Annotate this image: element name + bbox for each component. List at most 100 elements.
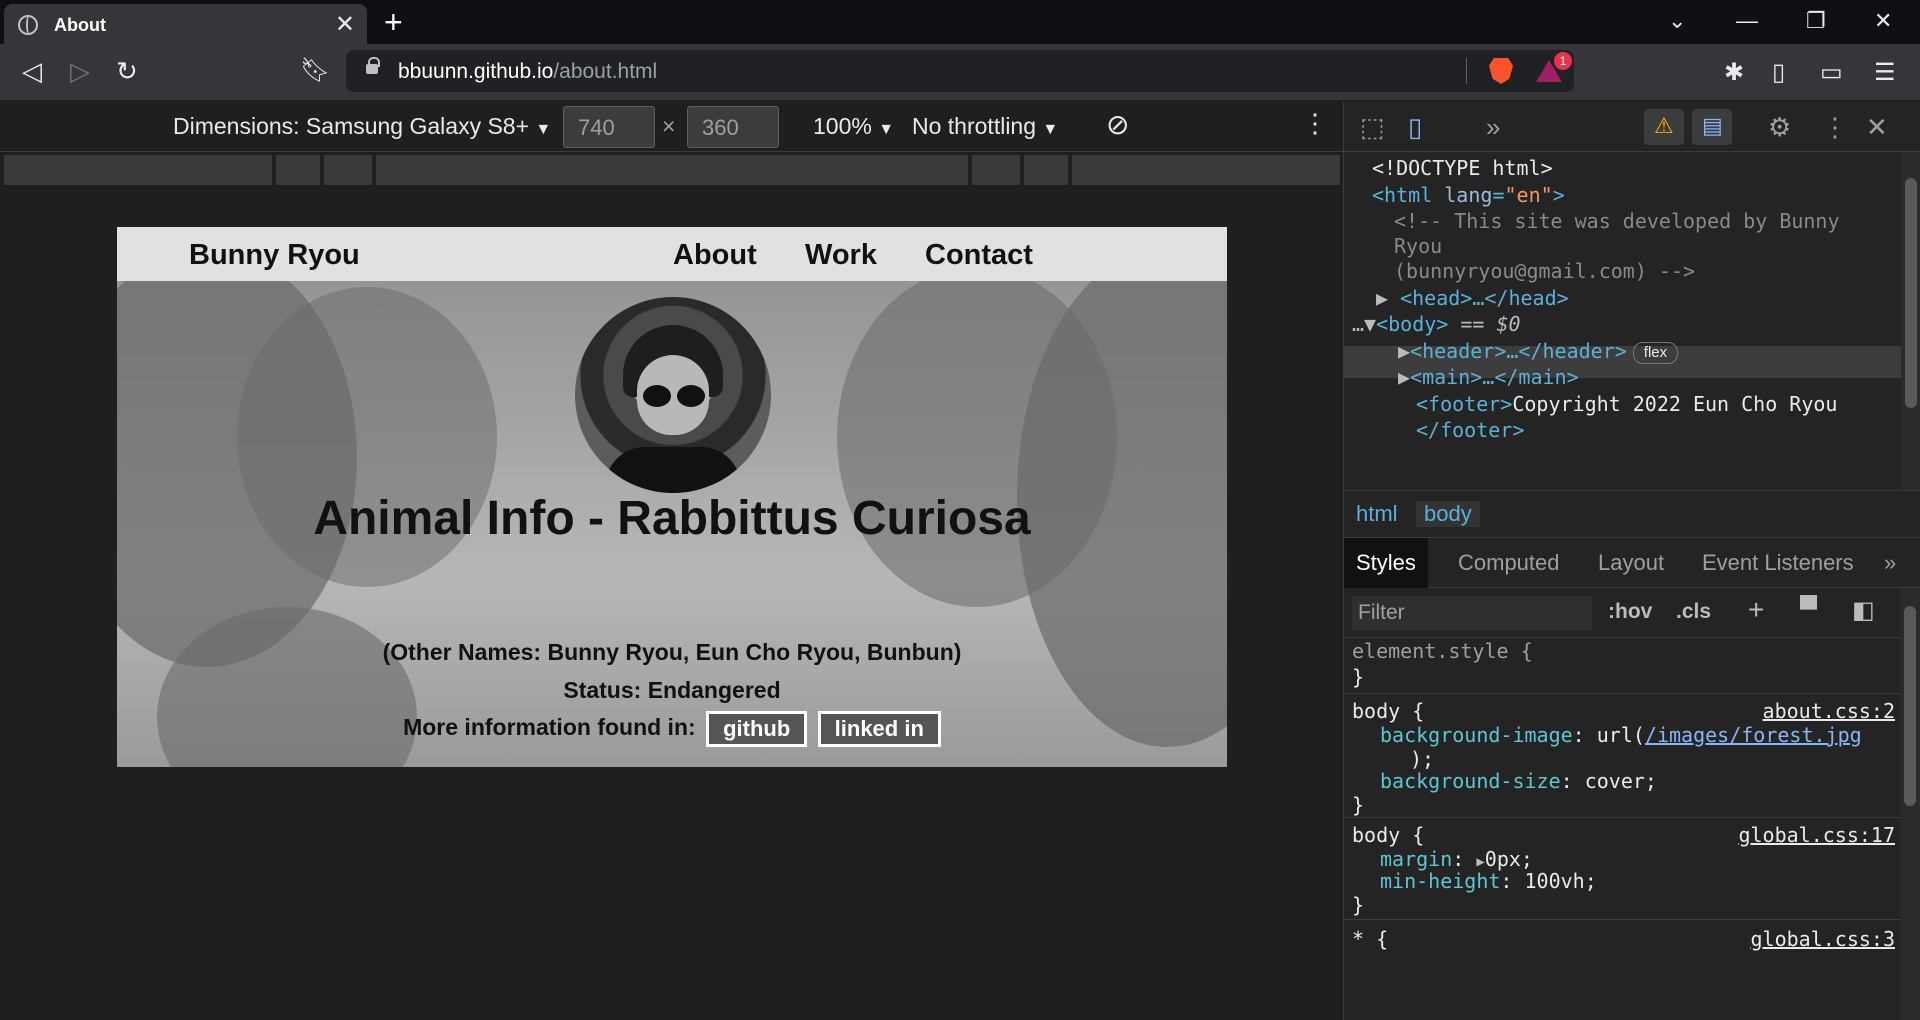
forest-image-link[interactable]: /images/forest.jpg [1645,723,1862,747]
more-tabs-icon[interactable]: » [1884,550,1896,576]
source-link-global-3[interactable]: global.css:3 [1751,926,1896,952]
breadcrumb-html[interactable]: html [1356,501,1398,527]
lock-icon [366,57,380,74]
media-query-segment[interactable] [1072,155,1340,185]
more-panels-icon[interactable]: » [1486,112,1500,143]
rotate-icon[interactable]: ⊘ [1106,108,1129,141]
devtools-toolbar: ⬚ ▯ » ⚠ ▤ ⚙ ⋮ ✕ [1344,102,1920,152]
more-options-icon[interactable]: ⋮ [1302,108,1328,139]
nav-work[interactable]: Work [805,239,877,272]
site-brand[interactable]: Bunny Ryou [189,239,360,272]
element-style-selector[interactable]: element.style { [1352,639,1533,663]
bookmark-icon[interactable]: 🔖︎ [300,56,330,85]
prop-background-image[interactable]: background-image [1380,723,1573,747]
source-link-about[interactable]: about.css:2 [1763,698,1895,724]
width-input[interactable]: 740 [563,106,655,148]
forward-icon[interactable]: ▷ [70,56,90,87]
url-path: /about.html [553,60,658,83]
prop-background-size[interactable]: background-size [1380,769,1561,793]
close-window-icon[interactable]: ✕ [1874,8,1892,34]
throttling-label: No throttling [912,113,1037,139]
inspect-element-icon[interactable]: ⬚ [1360,112,1385,143]
new-rule-icon[interactable]: + [1748,594,1764,626]
url-text[interactable]: bbuunn.github.io/about.html [398,60,657,84]
warnings-button[interactable]: ⚠ [1644,109,1684,145]
expand-triangle-icon[interactable]: ▶ [1398,365,1410,389]
cls-toggle[interactable]: .cls [1676,600,1711,624]
browser-tab[interactable]: About ✕ [4,4,367,44]
media-query-segment[interactable] [376,155,968,185]
media-query-segment[interactable] [4,155,272,185]
media-query-segment[interactable] [972,155,1020,185]
media-query-segment[interactable] [1024,155,1068,185]
brave-shields-icon[interactable] [1489,58,1513,84]
value-min-height[interactable]: 100vh; [1525,869,1597,893]
collapse-triangle-icon[interactable]: ▼ [1364,312,1376,336]
throttling-select[interactable]: No throttling ▼ [912,113,1058,140]
expand-triangle-icon[interactable]: ▶ [1376,286,1388,310]
toggle-sidebar-icon[interactable]: ◧ [1852,596,1875,625]
footer-tag: <footer> [1416,392,1513,416]
expand-triangle-icon[interactable]: ▶ [1398,339,1410,363]
rewards-badge: 1 [1554,52,1572,70]
linkedin-link[interactable]: linked in [817,711,941,747]
height-input[interactable]: 360 [687,106,779,148]
breadcrumb-body[interactable]: body [1416,501,1480,527]
zoom-label: 100% [813,113,872,139]
source-link-global-17[interactable]: global.css:17 [1738,822,1895,848]
hov-toggle[interactable]: :hov [1608,600,1652,624]
close-devtools-icon[interactable]: ✕ [1866,112,1888,143]
issues-button[interactable]: ▤ [1692,109,1732,145]
rule-close: } [1352,793,1365,817]
minimize-icon[interactable]: — [1736,8,1758,34]
device-toolbar: Dimensions: Samsung Galaxy S8+ ▼ 740 × 3… [0,102,1343,152]
flex-badge[interactable]: flex [1632,341,1679,364]
device-select[interactable]: Dimensions: Samsung Galaxy S8+ ▼ [173,113,551,140]
tab-styles[interactable]: Styles [1344,538,1428,588]
elements-scrollbar[interactable] [1901,152,1920,490]
ellipsis-icon[interactable]: … [1352,312,1364,336]
wallet-icon[interactable]: ▭ [1820,58,1843,87]
reload-icon[interactable]: ↻ [116,56,138,87]
tab-search-icon[interactable]: ⌄ [1668,8,1686,34]
filter-input[interactable]: Filter [1352,596,1592,630]
back-icon[interactable]: ◁ [22,56,42,87]
devtools-menu-icon[interactable]: ⋮ [1822,112,1848,143]
menu-icon[interactable]: ☰ [1874,58,1896,87]
address-bar[interactable]: bbuunn.github.io/about.html 1 [346,50,1574,92]
close-tab-icon[interactable]: ✕ [335,10,355,39]
prop-min-height[interactable]: min-height [1380,869,1500,893]
github-link[interactable]: github [706,711,808,747]
sidebar-icon[interactable]: ▯ [1772,58,1785,87]
paint-roller-icon[interactable]: ▀ [1800,596,1817,624]
media-query-segment[interactable] [324,155,372,185]
globe-icon [18,15,38,35]
settings-gear-icon[interactable]: ⚙ [1768,112,1791,143]
tab-event-listeners[interactable]: Event Listeners [1702,550,1854,576]
styles-scroll-thumb[interactable] [1904,606,1916,806]
tab-title: About [54,15,106,35]
styles-tabs: Styles Computed Layout Event Listeners » [1344,538,1920,588]
styles-scrollbar[interactable] [1900,588,1920,1020]
tab-layout[interactable]: Layout [1598,550,1664,576]
nav-about[interactable]: About [673,239,757,272]
media-query-bar[interactable] [0,152,1343,188]
new-tab-icon[interactable]: + [384,4,403,40]
comment-line-1[interactable]: <!-- This site was developed by Bunny [1394,205,1840,237]
device-toggle-icon[interactable]: ▯ [1408,112,1422,143]
restore-icon[interactable]: ❐ [1806,8,1826,34]
star-selector[interactable]: * { [1352,926,1388,952]
media-query-segment[interactable] [276,155,320,185]
lang-attr: lang [1444,183,1493,207]
tab-computed[interactable]: Computed [1458,550,1560,576]
site-header: Bunny Ryou About Work Contact [117,227,1227,281]
extensions-icon[interactable]: ✱ [1724,58,1744,87]
value-background-size[interactable]: cover; [1585,769,1657,793]
elements-scroll-thumb[interactable] [1905,178,1917,408]
body-selector[interactable]: body { [1352,822,1424,848]
breadcrumb: html body [1344,490,1920,538]
zoom-select[interactable]: 100% ▼ [813,113,894,140]
more-info-label: More information found in: [403,714,696,741]
body-selector[interactable]: body { [1352,698,1424,724]
nav-contact[interactable]: Contact [925,239,1033,272]
